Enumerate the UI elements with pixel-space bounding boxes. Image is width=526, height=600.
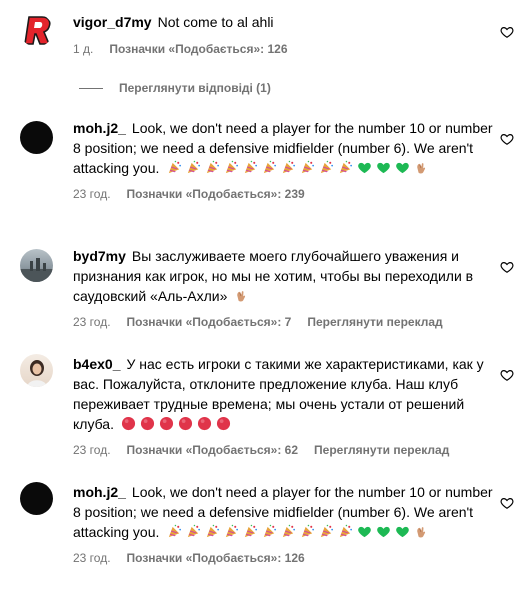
comment-meta: 1 д. Позначки «Подобається»: 126 [73,41,493,57]
comment-meta: 23 год. Позначки «Подобається»: 126 [73,550,493,566]
party-popper-emoji [186,524,201,539]
likes-count[interactable]: Позначки «Подобається»: 126 [127,551,305,565]
green-heart-emoji [357,524,372,539]
party-popper-emoji [243,524,258,539]
party-popper-emoji [224,524,239,539]
comment-time[interactable]: 23 год. [73,551,111,565]
red-circle-emoji [178,416,193,431]
avatar[interactable] [20,482,53,515]
party-popper-emoji [262,524,277,539]
party-popper-emoji [205,524,220,539]
likes-count[interactable]: Позначки «Подобається»: 239 [127,187,305,201]
comment-time[interactable]: 1 д. [73,42,93,56]
translate-link[interactable]: Переглянути переклад [307,315,442,329]
emoji-row [167,160,432,176]
comment-text-row: vigor_d7my Not come to al ahli [73,12,493,32]
avatar[interactable] [20,354,53,387]
green-heart-emoji [376,524,391,539]
red-circle-emoji [197,416,212,431]
party-popper-emoji [186,160,201,175]
comment-username[interactable]: moh.j2_ [73,120,126,136]
party-popper-emoji [224,160,239,175]
comment-body: vigor_d7my Not come to al ahli 1 д. Познач… [73,12,493,57]
avatar-photo-icon [20,258,53,282]
comment-text-row: b4ex0_ У нас есть игроки с такими же хара… [73,354,493,434]
comment-time[interactable]: 23 год. [73,187,111,201]
comment-body: moh.j2_ Look, we don't need a player for … [73,482,493,566]
comment-text-row: moh.j2_ Look, we don't need a player for … [73,482,493,542]
avatar[interactable] [20,14,53,47]
translate-link[interactable]: Переглянути переклад [314,443,449,457]
clapping-hands-emoji [414,524,428,539]
heart-outline-icon[interactable] [500,496,514,510]
comment-body: b4ex0_ У нас есть игроки с такими же хара… [73,354,493,458]
replies-divider [79,88,103,90]
view-replies-button[interactable]: Переглянути відповіді (1) [79,80,271,96]
party-popper-emoji [167,160,182,175]
emoji-row [167,524,432,540]
red-circle-emoji [140,416,155,431]
emoji-row [121,416,235,432]
heart-outline-icon[interactable] [500,260,514,274]
comment-body: byd7my Вы заслуживаете моего глубочайшего… [73,246,493,330]
green-heart-emoji [357,160,372,175]
party-popper-emoji [300,160,315,175]
comment-time[interactable]: 23 год. [73,315,111,329]
heart-outline-icon[interactable] [500,368,514,382]
comment-username[interactable]: b4ex0_ [73,356,120,372]
clapping-hands-emoji [234,288,248,303]
comment-username[interactable]: moh.j2_ [73,484,126,500]
comment-text-row: byd7my Вы заслуживаете моего глубочайшего… [73,246,493,306]
comment-meta: 23 год. Позначки «Подобається»: 7 Переглян… [73,314,493,330]
party-popper-emoji [300,524,315,539]
comment-meta: 23 год. Позначки «Подобається»: 239 [73,186,493,202]
comment-text-row: moh.j2_ Look, we don't need a player for … [73,118,493,178]
comment-meta: 23 год. Позначки «Подобається»: 62 Перегля… [73,442,493,458]
red-circle-emoji [216,416,231,431]
avatar[interactable] [20,121,53,154]
party-popper-emoji [243,160,258,175]
avatar[interactable] [20,249,53,282]
likes-count[interactable]: Позначки «Подобається»: 62 [127,443,298,457]
party-popper-emoji [281,524,296,539]
brand-logo-icon [24,16,51,45]
party-popper-emoji [262,160,277,175]
party-popper-emoji [167,524,182,539]
likes-count[interactable]: Позначки «Подобається»: 7 [127,315,292,329]
comment-text: Not come to al ahli [157,14,274,30]
comment-time[interactable]: 23 год. [73,443,111,457]
comment-username[interactable]: byd7my [73,248,126,264]
avatar-photo-icon [27,360,47,387]
view-replies-label[interactable]: Переглянути відповіді (1) [119,81,271,95]
red-circle-emoji [159,416,174,431]
likes-count[interactable]: Позначки «Подобається»: 126 [109,42,287,56]
comment-text: Вы заслуживаете моего глубочайшего уваже… [73,248,474,304]
party-popper-emoji [281,160,296,175]
party-popper-emoji [319,524,334,539]
party-popper-emoji [319,160,334,175]
heart-outline-icon[interactable] [500,25,514,39]
heart-outline-icon[interactable] [500,132,514,146]
green-heart-emoji [395,160,410,175]
clapping-hands-emoji [414,160,428,175]
comment-body: moh.j2_ Look, we don't need a player for … [73,118,493,202]
party-popper-emoji [338,524,353,539]
comment-username[interactable]: vigor_d7my [73,14,152,30]
green-heart-emoji [395,524,410,539]
party-popper-emoji [205,160,220,175]
party-popper-emoji [338,160,353,175]
red-circle-emoji [121,416,136,431]
green-heart-emoji [376,160,391,175]
